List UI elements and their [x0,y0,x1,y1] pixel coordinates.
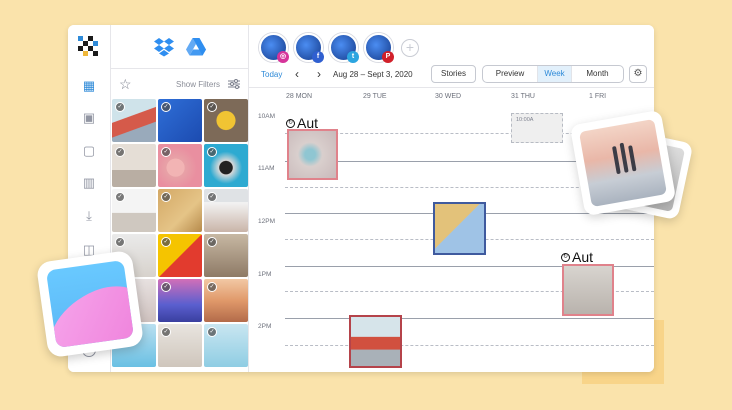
clock-icon: ↻ [561,252,570,262]
analytics-icon[interactable]: ▥ [80,174,98,192]
stories-button[interactable]: Stories [431,65,476,83]
filter-sliders-icon[interactable] [228,79,240,89]
auto-publish-label: ↻ Aut [561,249,594,265]
abstract-image [45,259,135,349]
empty-slot[interactable]: 10:00A [511,113,563,143]
day-headers: 28 MON 29 TUE 30 WED 31 THU 1 FRI [249,87,654,101]
calendar-toolbar: Today ‹ › Aug 28 – Sept 3, 2020 Stories … [249,65,654,87]
month-view-button[interactable]: Month [571,66,623,82]
account-twitter[interactable]: t [329,33,359,63]
media-thumb[interactable]: ✓ [158,99,202,142]
dropbox-icon[interactable] [153,37,175,57]
time-label: 2PM [258,323,272,330]
media-thumb[interactable]: ✓ [112,144,156,187]
scheduled-post-knitting[interactable] [287,129,338,180]
app-window: ▦ ▣ ▢ ▥ ⤓ ◫ ? ☆ Show Filters [68,25,654,372]
media-thumb[interactable]: ✓ [158,324,202,367]
floating-photo-card [569,109,677,217]
date-range: Aug 28 – Sept 3, 2020 [333,70,413,79]
media-thumb[interactable]: ✓ [204,189,248,232]
filter-row: ☆ Show Filters [111,69,248,99]
preview-button[interactable]: Preview [483,66,537,82]
prev-week-icon[interactable]: ‹ [295,67,299,81]
account-facebook[interactable]: f [294,33,324,63]
time-label: 10AM [258,113,275,120]
media-thumb[interactable]: ✓ [204,279,248,322]
account-instagram[interactable]: ◎ [259,33,289,63]
twitter-icon: t [347,51,359,63]
day-header: 28 MON [286,93,313,100]
media-thumb[interactable]: ✓ [158,279,202,322]
day-header: 31 THU [511,93,535,100]
today-button[interactable]: Today [261,70,282,79]
download-icon[interactable]: ⤓ [80,207,98,225]
show-filters-link[interactable]: Show Filters [176,80,220,89]
add-account-icon[interactable]: + [401,38,419,57]
media-thumb[interactable]: ✓ [158,144,202,187]
time-label: 11AM [258,165,275,172]
google-drive-icon[interactable] [185,37,207,57]
clock-icon: ↻ [286,118,295,128]
media-thumb[interactable]: ✓ [204,99,248,142]
media-thumb[interactable]: ✓ [204,234,248,277]
day-header: 29 TUE [363,93,387,100]
time-label: 1PM [258,271,272,278]
pinterest-icon: P [382,51,394,63]
beach-photo [578,118,668,208]
day-header: 1 FRI [589,93,607,100]
media-thumb[interactable]: ✓ [158,189,202,232]
image-icon[interactable]: ▣ [80,109,98,127]
media-thumb[interactable]: ✓ [204,324,248,367]
scheduled-post-gift[interactable] [562,264,614,316]
media-thumb[interactable]: ✓ [204,144,248,187]
view-switcher: Preview Week Month [482,65,624,83]
time-label: 12PM [258,218,275,225]
facebook-icon: f [312,51,324,63]
scheduled-post-car[interactable] [349,315,402,368]
app-logo [78,36,100,58]
favorites-star-icon[interactable]: ☆ [119,76,132,93]
scheduled-post-building[interactable] [433,202,486,255]
day-header: 30 WED [435,93,462,100]
account-switcher: ◎ f t P + [259,33,419,63]
media-thumb[interactable]: ✓ [158,234,202,277]
instagram-icon: ◎ [277,51,289,63]
floating-media-card [35,249,145,359]
media-thumb[interactable]: ✓ [112,99,156,142]
next-week-icon[interactable]: › [317,67,321,81]
settings-icon[interactable]: ⚙ [629,65,647,83]
week-view-button[interactable]: Week [537,66,571,82]
account-pinterest[interactable]: P [364,33,394,63]
media-thumb[interactable]: ✓ [112,189,156,232]
chat-icon[interactable]: ▢ [80,142,98,160]
calendar-icon[interactable]: ▦ [80,77,98,95]
media-sources [111,25,248,69]
